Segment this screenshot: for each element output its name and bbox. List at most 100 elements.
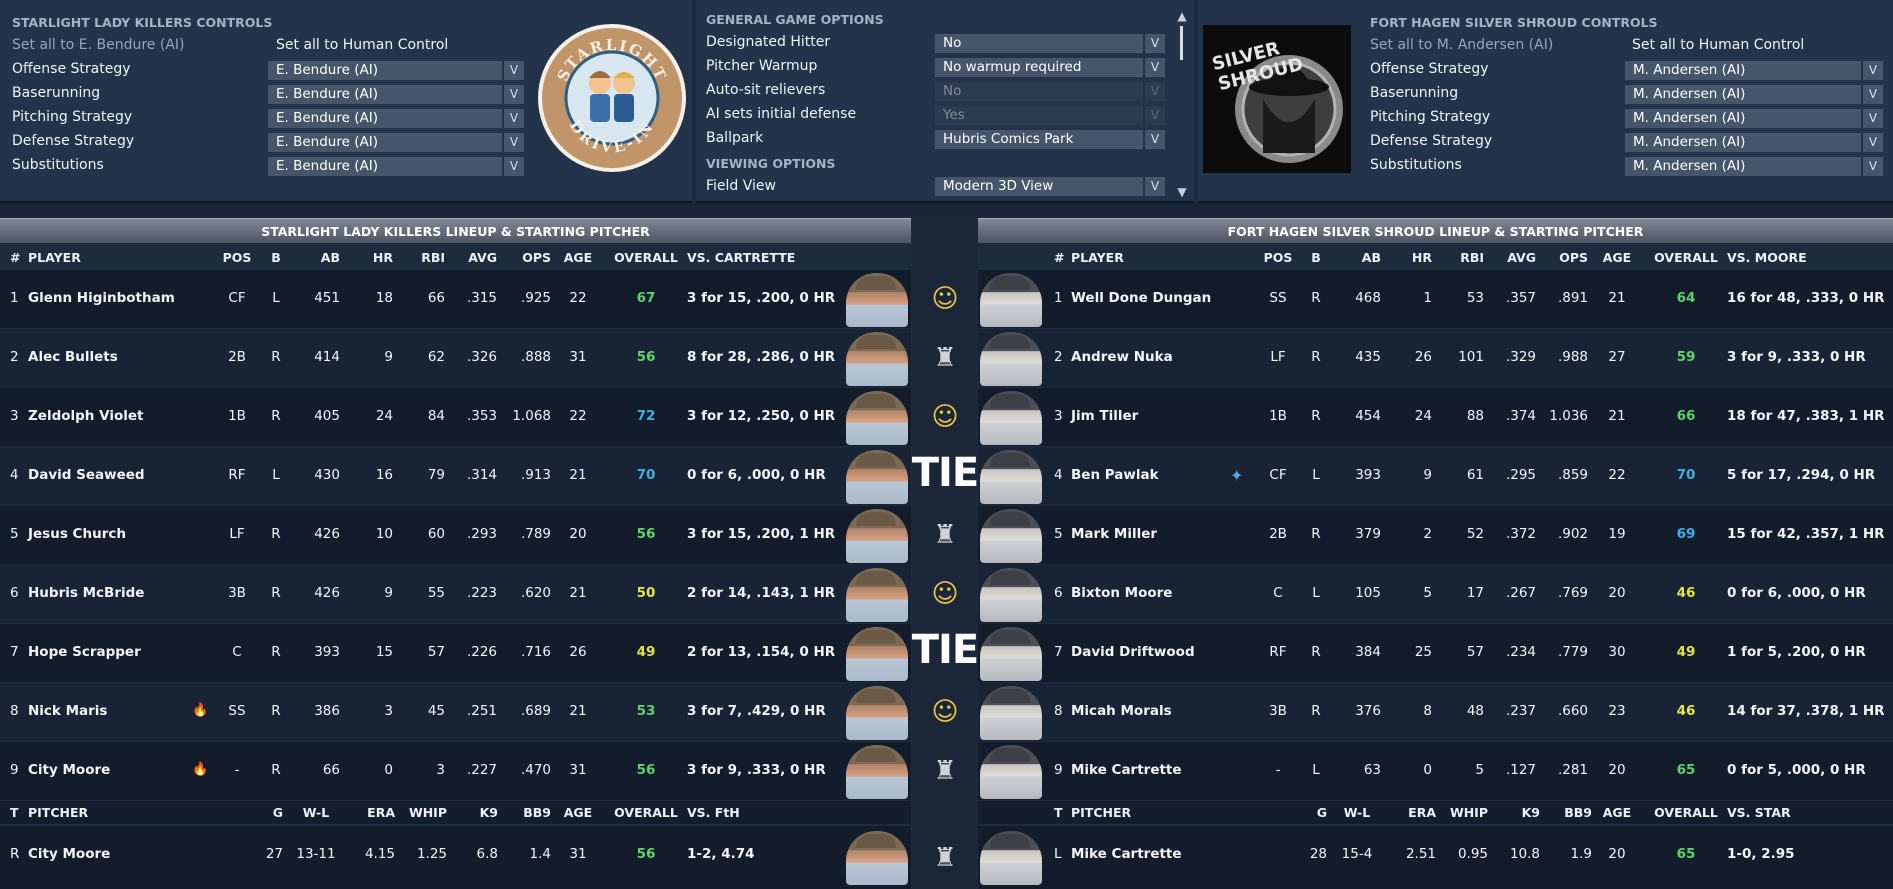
right-cell-num: 2	[1054, 349, 1063, 365]
right-cell-name[interactable]: Jim Tiller	[1071, 408, 1138, 424]
left-cell-b: L	[272, 467, 280, 483]
scrollbar-thumb[interactable]	[1180, 26, 1183, 60]
left-control-dropdown[interactable]: E. Bendure (AI) V	[268, 133, 524, 152]
left-cell-hr: 18	[375, 290, 393, 306]
right-cell-ab: 105	[1355, 585, 1381, 601]
right-control-label: Defense Strategy	[1370, 133, 1493, 149]
left-cell-name[interactable]: Alec Bullets	[28, 349, 118, 365]
right-cell-age: 20	[1608, 762, 1626, 778]
left-col-header: #	[10, 250, 21, 265]
right-cell-b: R	[1311, 526, 1321, 542]
right-cell-hr: 5	[1423, 585, 1432, 601]
cap-shape	[856, 394, 896, 408]
left-cell-overall: 67	[636, 290, 656, 306]
game-option-dropdown[interactable]: No warmup required V	[935, 58, 1165, 77]
right-cell-ab: 379	[1355, 526, 1381, 542]
pitcher-row[interactable]	[0, 826, 911, 889]
game-option-dropdown[interactable]: No V	[935, 34, 1165, 53]
right-cell-vs: 3 for 9, .333, 0 HR	[1727, 349, 1866, 365]
game-options-panel	[696, 0, 1194, 203]
left-cell-hr: 15	[375, 644, 393, 660]
left-cell-ab: 386	[314, 703, 340, 719]
left-cell-ab: 66	[322, 762, 340, 778]
chevron-down-icon: V	[1861, 109, 1883, 128]
right-cell-name[interactable]: Mike Cartrette	[1071, 762, 1182, 778]
right-cell-name[interactable]: Micah Morals	[1071, 703, 1172, 719]
right-col-header: #	[1054, 250, 1065, 265]
left-control-dropdown[interactable]: E. Bendure (AI) V	[268, 109, 524, 128]
right-control-dropdown[interactable]: M. Andersen (AI) V	[1625, 109, 1883, 128]
injury-icon: ✦	[1230, 466, 1244, 485]
left-cell-name[interactable]: David Seaweed	[28, 467, 145, 483]
player-portrait	[980, 450, 1042, 504]
right-cell-b: L	[1312, 467, 1320, 483]
right-control-dropdown[interactable]: M. Andersen (AI) V	[1625, 133, 1883, 152]
right-set-all-ai-link[interactable]: Set all to M. Andersen (AI)	[1370, 37, 1553, 53]
right-cell-rbi: 5	[1475, 762, 1484, 778]
options-scrollbar[interactable]: ▲ ▼	[1176, 10, 1188, 198]
right-cell-name[interactable]: Andrew Nuka	[1071, 349, 1173, 365]
left-cell-overall: 56	[636, 349, 656, 365]
left-cell-name[interactable]: Nick Maris	[28, 703, 107, 719]
right-cell-name[interactable]: David Driftwood	[1071, 644, 1195, 660]
left-cell-name[interactable]: Glenn Higinbotham	[28, 290, 175, 306]
left-cell-num: 3	[10, 408, 19, 424]
right-cell-b: R	[1311, 703, 1321, 719]
right-col-header: AVG	[1507, 250, 1536, 265]
right-pitcher-era: 2.51	[1405, 846, 1436, 862]
left-control-dropdown[interactable]: E. Bendure (AI) V	[268, 85, 524, 104]
field-view-dropdown[interactable]: Modern 3D View V	[935, 177, 1165, 196]
left-cell-vs: 3 for 12, .250, 0 HR	[687, 408, 836, 424]
game-option-dropdown[interactable]: Hubris Comics Park V	[935, 130, 1165, 149]
right-cell-hr: 26	[1414, 349, 1432, 365]
scroll-up-icon[interactable]: ▲	[1176, 10, 1188, 22]
right-cell-name[interactable]: Ben Pawlak	[1071, 467, 1159, 483]
left-set-all-ai-link[interactable]: Set all to E. Bendure (AI)	[12, 37, 185, 53]
right-cell-hr: 9	[1423, 467, 1432, 483]
right-cell-overall: 69	[1676, 526, 1696, 542]
field-view-value: Modern 3D View	[943, 178, 1054, 194]
vault-boy-advantage-icon: ☺	[931, 697, 959, 727]
right-cell-hr: 1	[1423, 290, 1432, 306]
left-cell-name[interactable]: City Moore	[28, 762, 110, 778]
left-cell-num: 1	[10, 290, 19, 306]
right-pitcher-name[interactable]: Mike Cartrette	[1071, 846, 1182, 862]
right-cell-name[interactable]: Bixton Moore	[1071, 585, 1172, 601]
viewing-options-title: VIEWING OPTIONS	[706, 156, 836, 171]
player-portrait	[846, 509, 908, 563]
left-pitcher-vs: 1-2, 4.74	[687, 846, 755, 862]
left-col-header: B	[271, 250, 281, 265]
left-cell-rbi: 62	[427, 349, 445, 365]
left-cell-rbi: 84	[427, 408, 445, 424]
right-cell-avg: .329	[1505, 349, 1536, 365]
left-control-label: Offense Strategy	[12, 61, 131, 77]
left-cell-vs: 3 for 15, .200, 1 HR	[687, 526, 836, 542]
cap-shape	[990, 689, 1030, 703]
right-control-dropdown[interactable]: M. Andersen (AI) V	[1625, 157, 1883, 176]
silver-shroud-advantage-icon: ♜	[933, 520, 957, 550]
left-cell-name[interactable]: Hubris McBride	[28, 585, 144, 601]
cap-shape	[856, 453, 896, 467]
left-cell-name[interactable]: Zeldolph Violet	[28, 408, 143, 424]
left-set-all-human-link[interactable]: Set all to Human Control	[276, 37, 448, 53]
left-cell-ab: 430	[314, 467, 340, 483]
left-pitcher-name[interactable]: City Moore	[28, 846, 110, 862]
right-pitcher-wl: 15-4	[1341, 846, 1373, 862]
right-cell-name[interactable]: Well Done Dungan	[1071, 290, 1211, 306]
right-set-all-human-link[interactable]: Set all to Human Control	[1632, 37, 1804, 53]
left-control-dropdown[interactable]: E. Bendure (AI) V	[268, 157, 524, 176]
scroll-down-icon[interactable]: ▼	[1176, 186, 1188, 198]
right-control-dropdown[interactable]: M. Andersen (AI) V	[1625, 61, 1883, 80]
right-cell-name[interactable]: Mark Miller	[1071, 526, 1157, 542]
tie-indicator: TIE	[911, 450, 980, 496]
tie-indicator: TIE	[911, 627, 980, 673]
left-cell-vs: 3 for 15, .200, 0 HR	[687, 290, 836, 306]
left-control-dropdown[interactable]: E. Bendure (AI) V	[268, 61, 524, 80]
left-cell-name[interactable]: Jesus Church	[28, 526, 126, 542]
right-control-dropdown[interactable]: M. Andersen (AI) V	[1625, 85, 1883, 104]
cap-shape	[856, 571, 896, 585]
cap-shape	[856, 748, 896, 762]
game-options-title: GENERAL GAME OPTIONS	[706, 12, 884, 27]
left-cell-name[interactable]: Hope Scrapper	[28, 644, 141, 660]
right-cell-num: 4	[1054, 467, 1063, 483]
